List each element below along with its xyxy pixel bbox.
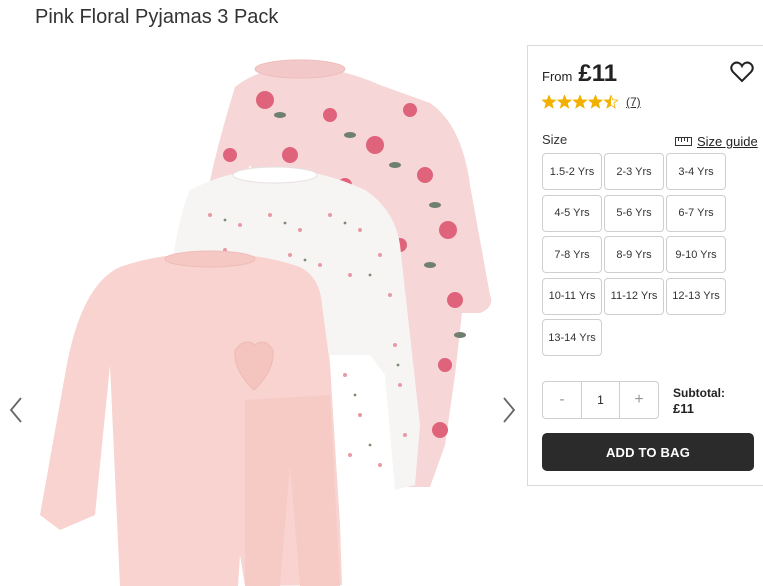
product-image xyxy=(40,59,492,586)
pink-heart-pocket-top-image xyxy=(40,250,342,586)
size-option[interactable]: 11-12 Yrs xyxy=(604,277,664,315)
size-option[interactable]: 12-13 Yrs xyxy=(666,277,726,315)
product-image-gallery xyxy=(0,45,520,586)
size-option[interactable]: 7-8 Yrs xyxy=(542,236,602,273)
star-icon xyxy=(603,95,619,109)
price-row: From £11 xyxy=(542,60,617,88)
size-guide-link[interactable]: Size guide xyxy=(675,134,758,149)
size-label: Size xyxy=(542,132,568,147)
quantity-stepper: - 1 + xyxy=(542,381,659,419)
star-icon xyxy=(587,95,604,109)
review-count-link[interactable]: (7) xyxy=(626,95,641,109)
decrease-quantity-button[interactable]: - xyxy=(543,382,581,418)
from-label: From xyxy=(542,69,573,84)
purchase-panel: From £11 (7) Size Size guide 1.5-2 Yrs 2-… xyxy=(527,45,763,486)
star-rating xyxy=(542,95,619,109)
subtotal: Subtotal: £11 xyxy=(673,385,725,417)
price: £11 xyxy=(578,60,618,87)
rating[interactable]: (7) xyxy=(542,95,641,109)
product-title: Pink Floral Pyjamas 3 Pack xyxy=(35,6,279,28)
chevron-left-icon xyxy=(9,397,22,423)
size-option[interactable]: 4-5 Yrs xyxy=(542,194,602,232)
size-option[interactable]: 1.5-2 Yrs xyxy=(542,153,602,190)
size-option[interactable]: 6-7 Yrs xyxy=(666,194,726,232)
increase-quantity-button[interactable]: + xyxy=(620,382,658,418)
size-option[interactable]: 2-3 Yrs xyxy=(604,153,664,190)
star-icon xyxy=(556,95,573,109)
star-icon xyxy=(542,95,557,109)
next-image-button[interactable] xyxy=(497,390,520,430)
chevron-right-icon xyxy=(503,397,516,423)
wishlist-button[interactable] xyxy=(729,59,755,85)
size-guide-label: Size guide xyxy=(697,134,758,149)
subtotal-value: £11 xyxy=(673,401,694,416)
size-option[interactable]: 13-14 Yrs xyxy=(542,319,602,356)
subtotal-label: Subtotal: xyxy=(673,386,725,400)
star-icon xyxy=(572,95,588,109)
size-option[interactable]: 9-10 Yrs xyxy=(666,236,726,273)
previous-image-button[interactable] xyxy=(4,390,28,430)
size-option[interactable]: 3-4 Yrs xyxy=(666,153,726,190)
ruler-icon xyxy=(675,137,692,146)
add-to-bag-button[interactable]: ADD TO BAG xyxy=(542,433,754,471)
size-option[interactable]: 5-6 Yrs xyxy=(604,194,664,232)
size-option[interactable]: 10-11 Yrs xyxy=(542,277,602,315)
heart-outline-icon xyxy=(730,61,754,83)
size-option[interactable]: 8-9 Yrs xyxy=(604,236,664,273)
quantity-value[interactable]: 1 xyxy=(581,382,620,418)
